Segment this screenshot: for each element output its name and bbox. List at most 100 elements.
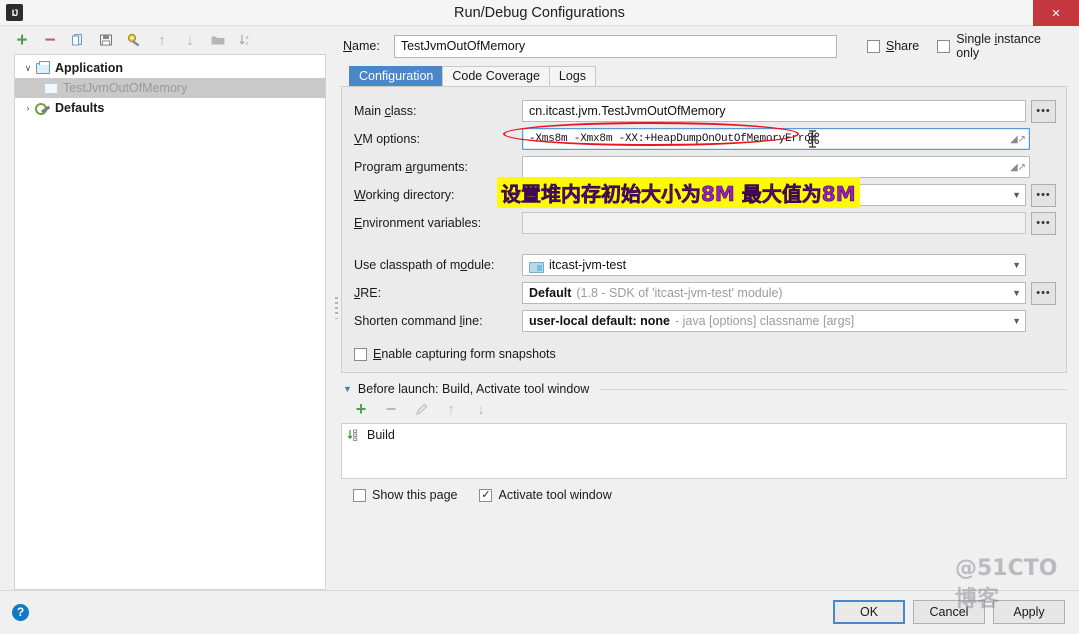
environment-variables-browse-button[interactable]: ••• [1031, 211, 1056, 235]
add-task-button[interactable]: + [353, 400, 369, 418]
before-launch-header[interactable]: ▼ Before launch: Build, Activate tool wi… [341, 382, 1067, 396]
enable-snapshots-checkbox[interactable]: Enable capturing form snapshots [354, 347, 556, 361]
enable-snapshots-row: Enable capturing form snapshots [354, 341, 1056, 367]
configurations-toolbar: + − ↑ ↓ az [0, 26, 332, 54]
svg-text:z: z [246, 41, 249, 47]
working-directory-row: Working directory: ▼ ••• [354, 181, 1056, 209]
working-directory-label: Working directory: [354, 188, 455, 202]
name-row-checkboxes: Share Single instance only [866, 32, 1067, 60]
vm-options-row: VM options: -Xms8m -Xmx8m -XX:+HeapDumpO… [354, 125, 1056, 153]
tree-item-application[interactable]: ∨ Application [15, 58, 325, 78]
build-icon [347, 429, 363, 442]
edit-templates-button[interactable] [126, 32, 142, 48]
before-launch-list[interactable]: Build [341, 423, 1067, 479]
show-this-page-checkbox[interactable]: Show this page [353, 488, 457, 502]
tab-configuration[interactable]: Configuration [349, 66, 444, 86]
tree-item-defaults[interactable]: › Defaults [15, 98, 325, 118]
jre-value: Default [529, 286, 572, 300]
expand-editor-icon[interactable]: ◢↗ [1010, 134, 1026, 145]
single-instance-checkbox-box[interactable] [937, 39, 951, 53]
tab-code-coverage[interactable]: Code Coverage [442, 66, 550, 86]
chevron-right-icon[interactable]: › [21, 103, 35, 113]
triangle-down-icon[interactable]: ▼ [343, 384, 352, 394]
copy-configuration-button[interactable] [70, 32, 86, 48]
expand-editor-icon[interactable]: ◢↗ [1010, 162, 1026, 173]
use-classpath-row: Use classpath of module: itcast-jvm-test… [354, 251, 1056, 279]
application-icon [35, 61, 50, 75]
edit-task-button[interactable] [413, 401, 429, 417]
working-directory-browse-button[interactable]: ••• [1031, 183, 1056, 207]
enable-snapshots-checkbox-box[interactable] [354, 347, 367, 361]
name-input[interactable]: TestJvmOutOfMemory [393, 34, 837, 58]
chevron-down-icon[interactable]: ∨ [21, 63, 35, 74]
activate-tool-window-checkbox-box[interactable]: ✓ [479, 488, 493, 502]
chevron-down-icon[interactable]: ▼ [1006, 260, 1021, 270]
enable-snapshots-label: Enable capturing form snapshots [373, 347, 556, 361]
vm-options-input[interactable]: -Xms8m -Xmx8m -XX:+HeapDumpOnOutOfMemory… [522, 128, 1030, 150]
program-arguments-label: Program arguments: [354, 160, 468, 174]
before-launch-item-build[interactable]: Build [342, 426, 1066, 444]
main-class-input[interactable]: cn.itcast.jvm.TestJvmOutOfMemory [522, 100, 1026, 122]
vm-options-label: VM options: [354, 132, 421, 146]
close-icon[interactable]: × [1033, 0, 1079, 26]
move-up-button[interactable]: ↑ [154, 32, 170, 49]
move-down-button[interactable]: ↓ [182, 32, 198, 49]
shorten-command-line-row: Shorten command line: user-local default… [354, 307, 1056, 335]
chevron-down-icon[interactable]: ▼ [1006, 316, 1021, 326]
add-configuration-button[interactable]: + [14, 31, 30, 50]
shorten-value: user-local default: none [529, 314, 670, 328]
remove-task-button[interactable]: − [383, 400, 399, 418]
tab-logs[interactable]: Logs [548, 66, 597, 86]
show-this-page-label: Show this page [372, 488, 458, 502]
sort-configurations-button[interactable]: az [238, 32, 254, 48]
apply-button[interactable]: Apply [993, 600, 1065, 624]
environment-variables-input[interactable] [522, 212, 1026, 234]
main-class-row: Main class: cn.itcast.jvm.TestJvmOutOfMe… [354, 97, 1056, 125]
activate-tool-window-checkbox[interactable]: ✓ Activate tool window [479, 488, 612, 502]
defaults-wrench-icon [35, 101, 50, 115]
tree-item-testjvmoutofmemory[interactable]: TestJvmOutOfMemory [15, 78, 325, 98]
environment-variables-row: Environment variables: ••• [354, 209, 1056, 237]
activate-tool-window-label: Activate tool window [498, 488, 612, 502]
footer-divider [0, 590, 1079, 591]
title-bar: IJ Run/Debug Configurations × [0, 0, 1079, 26]
program-arguments-input[interactable] [522, 156, 1030, 178]
before-launch-divider [601, 388, 1067, 390]
shorten-command-line-label: Shorten command line: [354, 314, 483, 328]
save-configuration-button[interactable] [98, 32, 114, 48]
configuration-icon [43, 81, 58, 95]
remove-configuration-button[interactable]: − [42, 31, 58, 50]
panel-splitter[interactable] [332, 26, 341, 590]
configuration-editor-panel: Name: TestJvmOutOfMemory Share Single in… [341, 26, 1079, 590]
chevron-down-icon[interactable]: ▼ [1006, 288, 1021, 298]
jre-dropdown[interactable]: Default (1.8 - SDK of 'itcast-jvm-test' … [522, 282, 1026, 304]
main-class-browse-button[interactable]: ••• [1031, 99, 1056, 123]
working-directory-input[interactable]: ▼ [522, 184, 1026, 206]
program-arguments-row: Program arguments: ◢↗ [354, 153, 1056, 181]
chevron-down-icon[interactable]: ▼ [1006, 190, 1021, 200]
single-instance-checkbox[interactable]: Single instance only [937, 32, 1067, 60]
ok-button[interactable]: OK [833, 600, 905, 624]
jre-row: JRE: Default (1.8 - SDK of 'itcast-jvm-t… [354, 279, 1056, 307]
use-classpath-dropdown[interactable]: itcast-jvm-test ▼ [522, 254, 1026, 276]
cancel-button[interactable]: Cancel [913, 600, 985, 624]
share-checkbox[interactable]: Share [866, 39, 919, 53]
share-checkbox-box[interactable] [866, 39, 880, 53]
jre-label: JRE: [354, 286, 382, 300]
tree-item-label: TestJvmOutOfMemory [63, 81, 188, 95]
configuration-form: Main class: cn.itcast.jvm.TestJvmOutOfMe… [341, 86, 1067, 373]
footer-buttons: OK Cancel Apply [833, 600, 1079, 624]
shorten-command-line-dropdown[interactable]: user-local default: none - java [options… [522, 310, 1026, 332]
bottom-checkbox-row: Show this page ✓ Activate tool window [341, 479, 1067, 511]
help-icon[interactable]: ? [12, 603, 29, 621]
use-classpath-value: itcast-jvm-test [549, 258, 627, 272]
configurations-panel: + − ↑ ↓ az ∨ Application TestJvmOutOfMem… [0, 26, 332, 590]
jre-browse-button[interactable]: ••• [1031, 281, 1056, 305]
show-this-page-checkbox-box[interactable] [353, 488, 366, 502]
move-into-folder-button[interactable] [210, 32, 226, 48]
configurations-tree[interactable]: ∨ Application TestJvmOutOfMemory › Defau… [14, 54, 326, 590]
task-move-down-button[interactable]: ↓ [473, 401, 489, 418]
dialog-footer: ? OK Cancel Apply [0, 590, 1079, 634]
single-instance-checkbox-label: Single instance only [956, 32, 1041, 60]
task-move-up-button[interactable]: ↑ [443, 401, 459, 418]
